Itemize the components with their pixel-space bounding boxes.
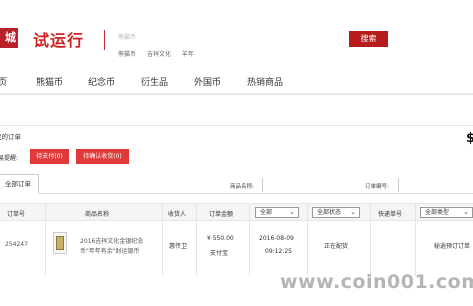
chevron-down-icon: ⌄: [350, 208, 356, 216]
nav-item-hot-products[interactable]: 热销商品: [247, 75, 283, 88]
hot-word-link[interactable]: 熊猫币: [118, 51, 136, 58]
time-filter-select[interactable]: 全部 ⌄: [255, 207, 299, 218]
product-thumbnail[interactable]: [53, 232, 67, 254]
chevron-down-icon: ⌄: [289, 208, 295, 216]
coin-image: [56, 236, 64, 250]
payment-method: 支付宝: [210, 250, 229, 257]
order-status: 正在配货: [324, 243, 349, 250]
table-header: 订单号 商品名称 收货人 订单金额 全部 ⌄ 全部状态 ⌄ 快递单号 全部类型 …: [0, 203, 473, 221]
main-nav: 页 熊猫币 纪念币 衍生品 外国币 热销商品: [0, 67, 473, 95]
order-type: 秘逍预订订单: [434, 243, 471, 250]
search-button[interactable]: 搜索: [349, 31, 388, 47]
recipient-name: 惠传卫: [169, 243, 188, 250]
nav-item-foreign-coins[interactable]: 外国币: [194, 75, 221, 88]
time-filter-value: 全部: [260, 209, 273, 216]
column-divider: [370, 203, 371, 276]
corner-glyph: $: [466, 131, 473, 146]
chevron-down-icon: ⌄: [463, 208, 469, 216]
product-name-line1[interactable]: 2016吉祥文化金银纪念: [80, 236, 143, 245]
order-number-input[interactable]: [398, 178, 473, 192]
column-divider: [196, 203, 197, 276]
col-order-no: 订单号: [7, 211, 26, 218]
column-divider: [307, 203, 308, 276]
type-filter-value: 全部类型: [425, 209, 450, 216]
col-recipient: 收货人: [168, 211, 187, 218]
header-divider: [104, 30, 105, 50]
pending-receipt-button[interactable]: 待确认收货(0): [76, 149, 129, 164]
col-tracking: 快递单号: [378, 211, 403, 218]
product-name-line2[interactable]: 币"年年有余"财运银币: [80, 246, 140, 255]
order-amount: ¥ 550.00: [207, 235, 234, 242]
hot-word-link[interactable]: 吉祥文化: [147, 51, 171, 58]
product-name-label: 商品名称:: [230, 184, 254, 190]
hot-search-words: 熊猫币 吉祥文化 羊年: [118, 49, 203, 58]
page-title: 我的订单: [0, 133, 21, 141]
order-date: 2016-08-09: [259, 235, 294, 242]
column-divider: [415, 203, 416, 276]
status-filter-select[interactable]: 全部状态 ⌄: [312, 207, 360, 218]
nav-item-panda-coins[interactable]: 熊猫币: [36, 75, 63, 88]
type-filter-select[interactable]: 全部类型 ⌄: [420, 207, 473, 218]
hot-word-link[interactable]: 羊年: [182, 51, 194, 58]
nav-item-commemorative-coins[interactable]: 纪念币: [88, 75, 115, 88]
order-number[interactable]: 254247: [5, 241, 28, 248]
tab-all-orders[interactable]: 全部订单: [0, 174, 39, 194]
order-time: 09:12:25: [265, 248, 292, 255]
col-product-name: 商品名称: [85, 211, 110, 218]
status-filter-value: 全部状态: [317, 209, 342, 216]
panel-border: [0, 125, 473, 126]
nav-item-derivatives[interactable]: 衍生品: [141, 75, 168, 88]
site-logo[interactable]: 城: [0, 28, 18, 48]
search-input[interactable]: [112, 30, 338, 45]
order-number-label: 订单编号:: [365, 184, 389, 190]
reminder-label: 易提醒:: [0, 155, 19, 162]
pending-payment-button[interactable]: 待支付(0): [30, 149, 69, 164]
column-divider: [162, 203, 163, 276]
product-name-input[interactable]: [262, 178, 357, 192]
column-divider: [249, 203, 250, 276]
brand-title: 试运行: [33, 31, 85, 50]
nav-item-home[interactable]: 页: [0, 75, 7, 88]
site-watermark: www.coin001.com: [280, 271, 473, 293]
column-divider: [45, 203, 46, 276]
col-amount: 订单金额: [209, 211, 234, 218]
